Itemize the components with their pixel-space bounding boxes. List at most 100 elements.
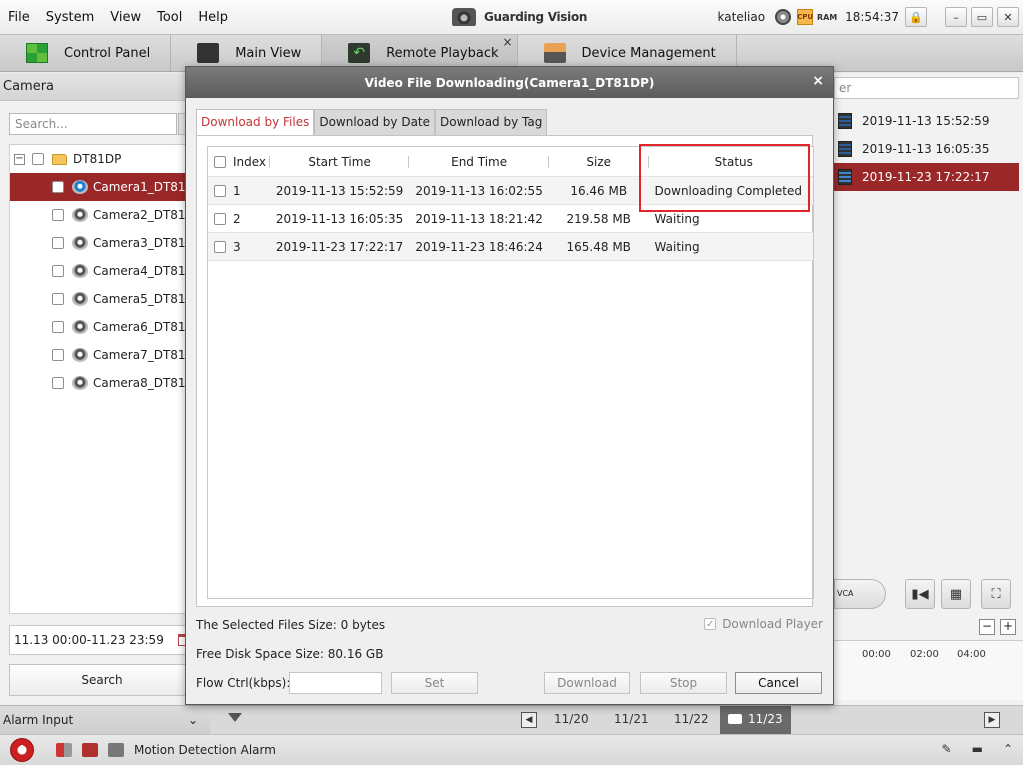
clip-icon[interactable]: ▮◀: [905, 579, 935, 609]
row-checkbox[interactable]: [213, 212, 226, 225]
date-item-active[interactable]: 11/23: [720, 706, 791, 735]
timeline-scale[interactable]: 00:00 02:00 04:00: [834, 640, 1023, 700]
minimize-button[interactable]: –: [945, 7, 967, 27]
col-start-time[interactable]: Start Time: [270, 147, 410, 176]
file-time: 2019-11-23 17:22:17: [862, 170, 990, 184]
globe-icon[interactable]: [775, 9, 792, 25]
checkbox[interactable]: [32, 153, 44, 165]
date-item[interactable]: 11/22: [674, 712, 709, 726]
col-end-time[interactable]: End Time: [409, 147, 549, 176]
date-range-field[interactable]: 11.13 00:00-11.23 23:59: [9, 625, 195, 655]
mute-icon[interactable]: [108, 743, 124, 757]
row-checkbox[interactable]: [213, 184, 226, 197]
cell-status: Downloading Completed: [654, 183, 803, 198]
checkbox[interactable]: [52, 321, 64, 333]
set-button[interactable]: Set: [391, 672, 478, 694]
window-division-icon[interactable]: ▦: [941, 579, 971, 609]
window-icon[interactable]: ▬: [972, 742, 983, 756]
search-button[interactable]: Search: [9, 664, 195, 696]
menu-system[interactable]: System: [38, 10, 102, 25]
cpu-icon: CPU: [797, 9, 814, 25]
checkbox[interactable]: [52, 293, 64, 305]
tab-download-by-tag[interactable]: Download by Tag: [435, 109, 548, 135]
file-time: 2019-11-13 16:05:35: [862, 142, 990, 156]
flow-ctrl-label: Flow Ctrl(kbps):: [196, 676, 291, 690]
ram-icon: RAM: [816, 12, 838, 22]
checkbox[interactable]: [52, 209, 64, 221]
download-button[interactable]: Download: [544, 672, 630, 694]
menu-tool[interactable]: Tool: [149, 10, 190, 25]
file-list-item[interactable]: 2019-11-13 15:52:59: [834, 107, 1019, 135]
tree-camera-item[interactable]: Camera7_DT81...: [10, 341, 195, 369]
checkbox[interactable]: [52, 237, 64, 249]
checkbox[interactable]: [52, 349, 64, 361]
menu-view[interactable]: View: [102, 10, 149, 25]
date-timeline: ◀ 11/20 11/21 11/22 11/23 ▶: [210, 705, 1023, 735]
tick-label: 04:00: [957, 649, 986, 660]
camera-panel: Camera Search... − DT81DP Camera1_DT81..…: [0, 73, 195, 705]
checkbox[interactable]: [52, 265, 64, 277]
expand-up-icon[interactable]: ⌃: [1003, 742, 1013, 756]
tree-camera-item[interactable]: Camera6_DT81...: [10, 313, 195, 341]
filter-icon[interactable]: [228, 713, 242, 722]
alarm-input-dropdown[interactable]: Alarm Input ⌄: [0, 705, 210, 734]
tab-control-panel[interactable]: Control Panel: [0, 35, 172, 71]
checkbox[interactable]: [52, 181, 64, 193]
table-row[interactable]: 3 2019-11-23 17:22:17 2019-11-23 18:46:2…: [208, 233, 813, 261]
stop-button[interactable]: Stop: [640, 672, 727, 694]
download-player-checkbox[interactable]: ✓: [704, 618, 717, 630]
device-management-icon: [543, 43, 566, 63]
cell-size: 219.58 MB: [566, 211, 631, 226]
tree-camera-item[interactable]: Camera8_DT81...: [10, 369, 195, 397]
zoom-in-button[interactable]: +: [1000, 619, 1016, 635]
tree-camera-item[interactable]: Camera3_DT81...: [10, 229, 195, 257]
alarm-sound-icon[interactable]: [56, 743, 72, 757]
menu-file[interactable]: File: [0, 10, 38, 25]
menu-help[interactable]: Help: [190, 10, 236, 25]
tree-root[interactable]: − DT81DP: [10, 145, 195, 173]
table-row[interactable]: 1 2019-11-13 15:52:59 2019-11-13 16:02:5…: [208, 177, 813, 205]
dialog-close-icon[interactable]: ×: [812, 73, 824, 89]
next-date-button[interactable]: ▶: [984, 712, 1000, 728]
previous-date-button[interactable]: ◀: [521, 712, 537, 728]
flow-ctrl-input[interactable]: [289, 672, 382, 694]
date-item[interactable]: 11/20: [554, 712, 589, 726]
col-status[interactable]: Status: [649, 147, 813, 176]
date-item[interactable]: 11/21: [614, 712, 649, 726]
col-size[interactable]: Size: [549, 147, 649, 176]
restore-button[interactable]: ▭: [971, 7, 993, 27]
camera-icon: [72, 208, 88, 222]
table-row[interactable]: 2 2019-11-13 16:05:35 2019-11-13 18:21:4…: [208, 205, 813, 233]
vca-search-button[interactable]: VCA: [834, 579, 886, 609]
tab-download-by-files[interactable]: Download by Files: [196, 109, 315, 135]
tree-camera-item[interactable]: Camera1_DT81...: [10, 173, 195, 201]
collapse-icon[interactable]: −: [14, 153, 25, 165]
checkbox[interactable]: [52, 377, 64, 389]
zoom-out-button[interactable]: −: [979, 619, 995, 635]
file-list-item[interactable]: 2019-11-23 17:22:17: [834, 163, 1019, 191]
fullscreen-icon[interactable]: ⛶: [981, 579, 1011, 609]
download-tabs: Download by Files Download by Date Downl…: [196, 109, 548, 135]
row-checkbox[interactable]: [213, 240, 226, 253]
tree-camera-item[interactable]: Camera4_DT81...: [10, 257, 195, 285]
cancel-button[interactable]: Cancel: [735, 672, 822, 694]
user-name[interactable]: kateliao: [718, 10, 766, 24]
tree-camera-item[interactable]: Camera2_DT81...: [10, 201, 195, 229]
tab-close-icon[interactable]: ×: [502, 35, 512, 49]
file-list-item[interactable]: 2019-11-13 16:05:35: [834, 135, 1019, 163]
lock-button[interactable]: 🔒: [905, 7, 927, 27]
download-player-option[interactable]: ✓ Download Player: [704, 617, 823, 631]
tree-camera-item[interactable]: Camera5_DT81...: [10, 285, 195, 313]
alarm-input-label: Alarm Input: [3, 713, 74, 727]
video-file-icon: [838, 169, 852, 185]
select-all-checkbox[interactable]: [213, 155, 226, 168]
tab-download-by-date[interactable]: Download by Date: [314, 109, 436, 135]
file-filter-input[interactable]: er: [834, 77, 1019, 99]
close-window-button[interactable]: ✕: [997, 7, 1019, 27]
alarm-popup-icon[interactable]: [82, 743, 98, 757]
col-index[interactable]: Index: [230, 147, 270, 176]
pin-icon[interactable]: ✎: [942, 742, 952, 756]
alarm-warning-icon[interactable]: !: [10, 738, 34, 762]
cell-start: 2019-11-23 17:22:17: [275, 239, 404, 254]
camera-search-input[interactable]: Search...: [9, 113, 177, 135]
